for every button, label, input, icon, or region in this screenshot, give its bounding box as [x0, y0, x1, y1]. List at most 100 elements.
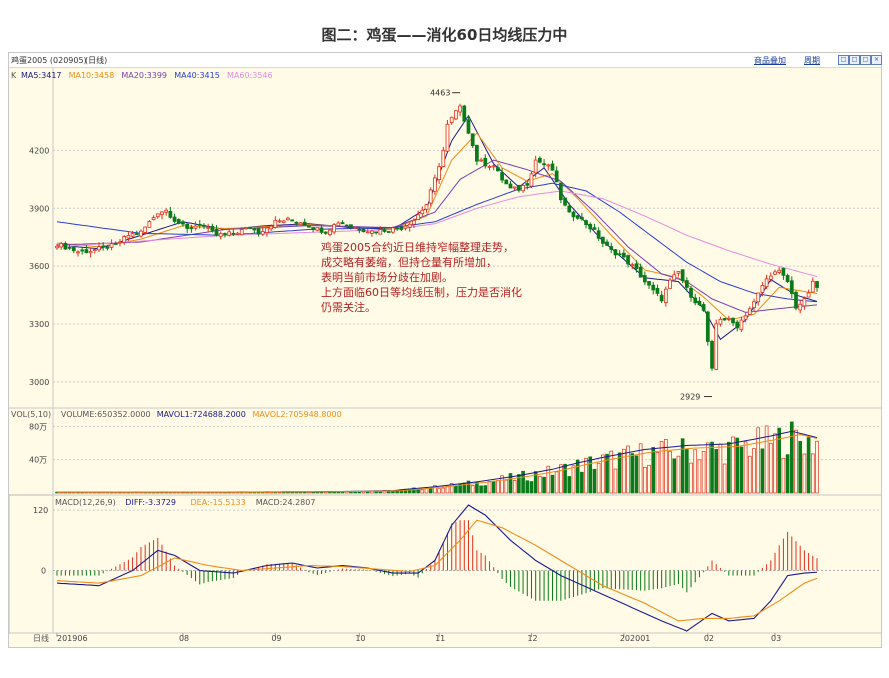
candle-body: [693, 297, 698, 304]
candle-body: [592, 227, 597, 230]
volume-bar: [748, 455, 752, 494]
candle-body: [504, 179, 509, 185]
macd-side-box: [9, 494, 54, 634]
candle-body: [307, 225, 311, 228]
candle-body: [642, 275, 647, 283]
volume-bar: [496, 480, 500, 494]
candle-body: [773, 271, 777, 275]
candle-body: [80, 249, 85, 252]
candle-body: [596, 230, 601, 239]
candle-body: [785, 275, 790, 282]
candle-body: [76, 251, 80, 254]
price-tick-label: 3000: [29, 378, 49, 387]
candle-body: [214, 228, 219, 236]
ma-legend-item: MA5:3417: [21, 71, 62, 80]
candle-body: [323, 231, 328, 234]
candle-body: [441, 149, 446, 167]
candle-body: [328, 229, 332, 235]
volume-bar: [487, 481, 492, 494]
candle-body: [206, 226, 211, 229]
candle-body: [462, 105, 467, 122]
candle-body: [382, 229, 387, 232]
candle-body: [147, 221, 152, 228]
candle-body: [701, 304, 706, 311]
volume-bar: [659, 441, 664, 494]
x-axis-label: 日线: [33, 633, 49, 643]
volume-bar: [391, 491, 395, 494]
candle-body: [483, 157, 488, 167]
candle-body: [634, 263, 639, 269]
volume-bar: [651, 447, 656, 494]
volume-bar: [441, 487, 446, 494]
candle-body: [298, 222, 303, 225]
candle-body: [630, 264, 635, 267]
candle-body: [466, 119, 471, 134]
x-tick-label: 10: [355, 634, 365, 643]
candle-body: [294, 221, 299, 224]
volume-bar: [428, 488, 433, 494]
candle-body: [756, 292, 761, 303]
candle-body: [202, 224, 206, 227]
volume-bar: [785, 454, 790, 494]
volume-bar: [781, 457, 786, 494]
candle-body: [281, 220, 286, 223]
candle-body: [176, 219, 181, 224]
candle-body: [525, 183, 530, 186]
x-tick-label: 202001: [620, 634, 651, 643]
volume-bar: [647, 464, 651, 494]
candle-body: [235, 232, 240, 235]
volume-legend-item: MAVOL1:724688.2000: [157, 410, 246, 419]
candle-body: [273, 219, 278, 228]
candle-body: [512, 186, 517, 189]
candle-body: [815, 281, 819, 288]
candle-body: [71, 246, 76, 252]
price-panel: [9, 68, 881, 408]
candle-body: [424, 204, 429, 210]
candle-body: [458, 105, 462, 113]
candle-body: [210, 226, 215, 231]
candle-body: [101, 245, 106, 248]
candle-body: [139, 230, 143, 237]
volume-bar: [752, 448, 756, 494]
candle-body: [357, 228, 362, 231]
volume-bar: [567, 476, 572, 494]
candle-body: [353, 227, 357, 229]
candle-body: [395, 227, 399, 230]
annotation-line: 成交略有萎缩，但持仓量有所增加，: [321, 255, 497, 269]
volume-bar: [815, 440, 819, 494]
candle-body: [403, 225, 408, 229]
volume-bar: [630, 453, 635, 494]
candle-body: [231, 232, 236, 235]
candle-body: [248, 227, 253, 229]
candle-body: [332, 224, 336, 233]
candle-body: [689, 287, 693, 298]
macd-legend-item: DEA:-15.5133: [191, 498, 246, 507]
volume-bar: [655, 452, 660, 494]
volume-bar: [340, 491, 345, 494]
candle-body: [239, 229, 244, 236]
candle-body: [508, 183, 513, 189]
price-tick-label: 4200: [29, 146, 49, 155]
candle-body: [559, 182, 563, 201]
candle-body: [575, 215, 580, 219]
candle-body: [256, 228, 261, 235]
candle-body: [302, 221, 307, 226]
volume-bar: [592, 468, 597, 494]
volume-bar: [794, 429, 798, 494]
candle-body: [365, 231, 370, 234]
ma-legend-item: MA20:3399: [121, 71, 167, 80]
x-tick-label: 02: [704, 634, 714, 643]
candle-body: [655, 288, 660, 294]
candle-body: [122, 236, 127, 243]
candle-body: [496, 167, 500, 172]
volume-bar: [353, 491, 357, 494]
candle-body: [567, 205, 572, 213]
volume-bar: [689, 462, 693, 494]
candle-body: [412, 220, 416, 225]
candle-body: [659, 294, 664, 302]
volume-bar: [756, 427, 761, 494]
x-tick-label: 12: [527, 634, 537, 643]
candle-body: [588, 223, 593, 230]
volume-bar: [454, 485, 458, 494]
candle-body: [336, 222, 341, 227]
